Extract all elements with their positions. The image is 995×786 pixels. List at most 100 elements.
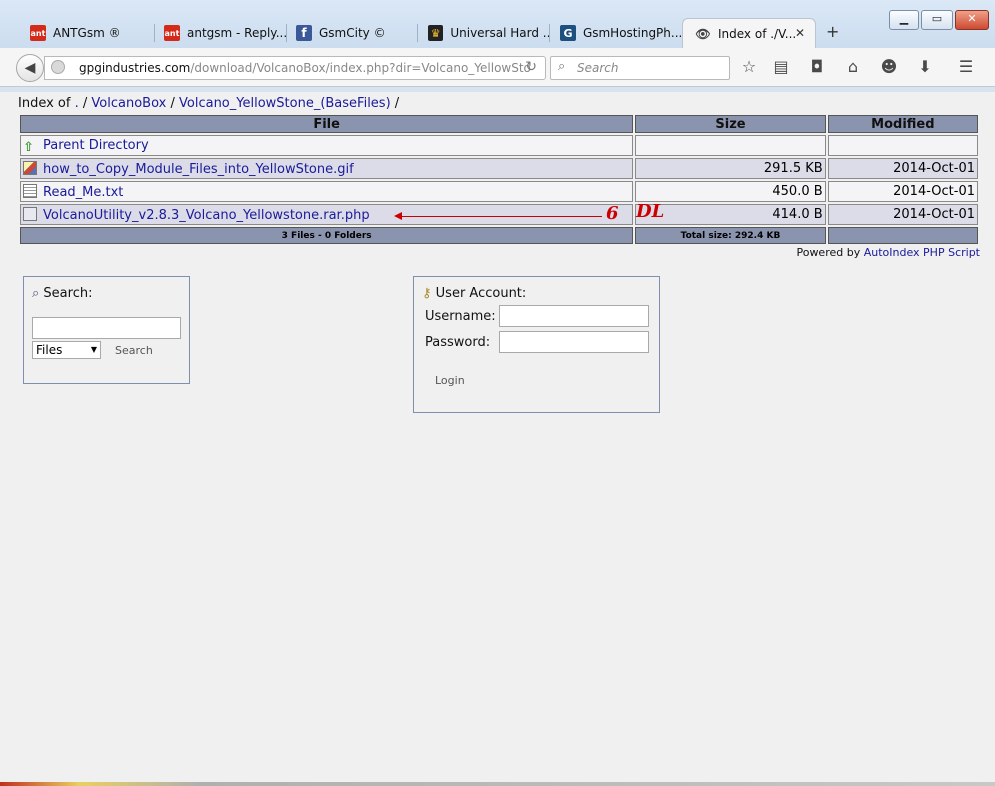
parent-directory-link[interactable]: Parent Directory [43,138,149,153]
globe-icon [51,60,65,74]
parent-directory-row: ⇧ Parent Directory [20,135,978,156]
file-modified: 2014-Oct-01 [827,158,978,179]
breadcrumb-volcanobox[interactable]: VolcanoBox [91,96,166,111]
empty-cell [827,135,978,156]
breadcrumb: Index of . / VolcanoBox / Volcano_Yellow… [18,96,399,111]
gif-file-icon [23,160,37,175]
magnifier-icon: ⌕ [32,286,44,301]
password-field[interactable] [499,331,649,353]
reload-icon[interactable]: ↻ [525,59,537,75]
ant-logo-icon: ant [164,25,180,41]
menu-icon[interactable]: ☰ [955,57,977,77]
search-type-select[interactable]: Files ▼ [32,341,101,359]
file-size: 291.5 KB [635,158,826,179]
tab-gsmhosting[interactable]: G GsmHostingPh... [548,18,682,48]
url-bar[interactable]: gpgindustries.com/download/VolcanoBox/in… [44,56,546,80]
username-label: Username: [425,309,496,324]
file-name-cell: Read_Me.txt [20,181,634,202]
browser-window: ▁ ▭ ✕ ant ANTGsm ® ant antgsm - Reply...… [0,0,995,786]
file-name-cell: how_to_Copy_Module_Files_into_YellowSton… [20,158,634,179]
tab-antgsm[interactable]: ant ANTGsm ® [18,18,155,48]
empty-cell [635,135,826,156]
gsmhosting-icon: G [560,25,576,41]
bookmark-star-icon[interactable]: ☆ [738,57,760,77]
browser-search-input[interactable]: ⌕ Search [550,56,730,80]
taskbar-edge [0,782,995,786]
login-button[interactable]: Login [435,374,465,387]
tab-label: ANTGsm ® [53,26,121,40]
ant-logo-icon: ant [30,25,46,41]
tab-label: Universal Hard ... [450,26,550,40]
breadcrumb-basefiles[interactable]: Volcano_YellowStone_(BaseFiles) [179,96,391,111]
file-link[interactable]: how_to_Copy_Module_Files_into_YellowSton… [43,162,354,177]
close-tab-icon[interactable]: ✕ [795,26,805,40]
tab-index-active[interactable]: 👁 Index of ./V... ✕ [682,18,816,49]
text-file-icon [23,183,37,198]
home-icon[interactable]: ⌂ [842,57,864,77]
tab-label: GsmHostingPh... [582,26,682,40]
table-row: VolcanoUtility_v2.8.3_Volcano_Yellowston… [20,204,978,225]
url-path: /download/VolcanoBox/index.php?dir=Volca… [190,61,531,75]
eye-icon: 👁 [695,27,711,41]
url-domain: gpgindustries.com [79,61,191,75]
tab-label: Index of ./V... [718,27,797,41]
footer-file-count: 3 Files - 0 Folders [20,227,634,244]
file-link[interactable]: VolcanoUtility_v2.8.3_Volcano_Yellowston… [43,208,370,223]
search-button[interactable]: Search [115,344,153,357]
file-size: 450.0 B [635,181,826,202]
modified-column-header[interactable]: Modified [827,115,978,133]
file-modified: 2014-Oct-01 [827,181,978,202]
hello-chat-icon[interactable]: ☻ [878,57,900,77]
url-text: gpgindustries.com/download/VolcanoBox/in… [79,61,531,75]
php-file-icon [23,206,37,221]
tab-antgsm-reply[interactable]: ant antgsm - Reply... [152,18,287,48]
password-label: Password: [425,335,491,350]
account-panel-title: ⚷ User Account: [422,286,526,301]
breadcrumb-prefix: Index of [18,96,71,111]
reading-list-icon[interactable]: ▤ [770,57,792,77]
navigation-bar: ◀ gpgindustries.com/download/VolcanoBox/… [0,48,995,87]
file-link[interactable]: Read_Me.txt [43,185,123,200]
tab-label: GsmCity © [319,26,386,40]
search-input[interactable] [32,317,181,339]
size-column-header[interactable]: Size [635,115,826,133]
pocket-icon[interactable]: ◘ [806,57,828,77]
powered-prefix: Powered by [796,246,861,259]
tab-gsmcity[interactable]: f GsmCity © [284,18,418,48]
powered-by: Powered by AutoIndex PHP Script [796,246,980,259]
user-account-panel: ⚷ User Account: Username: Password: Logi… [413,276,660,413]
autoindex-link[interactable]: AutoIndex PHP Script [864,246,980,259]
search-placeholder: Search [577,61,619,75]
chevron-down-icon: ▼ [90,345,97,354]
back-arrow-icon: ◀ [24,60,36,76]
table-row: Read_Me.txt 450.0 B 2014-Oct-01 [20,181,978,202]
search-icon: ⌕ [558,59,566,74]
search-panel: ⌕ Search: Files ▼ Search [23,276,190,384]
key-icon: ⚷ [422,286,436,301]
back-button[interactable]: ◀ [16,54,44,82]
footer-total-size: Total size: 292.4 KB [635,227,826,244]
arrow-line [402,216,602,217]
arrowhead [394,212,402,220]
tab-label: antgsm - Reply... [186,26,287,40]
account-title-text: User Account: [435,286,527,301]
table-row: how_to_Copy_Module_Files_into_YellowSton… [20,158,978,179]
breadcrumb-root[interactable]: . [75,96,79,111]
table-footer-row: 3 Files - 0 Folders Total size: 292.4 KB [20,227,978,244]
search-title-text: Search: [43,286,93,301]
folder-up-icon: ⇧ [23,139,34,155]
page-content: Index of . / VolcanoBox / Volcano_Yellow… [0,92,995,782]
file-name-cell: VolcanoUtility_v2.8.3_Volcano_Yellowston… [20,204,634,225]
new-tab-button[interactable]: + [826,22,839,41]
breadcrumb-sep: / [82,96,88,111]
tab-universal-hard[interactable]: ♛ Universal Hard ... [416,18,550,48]
parent-directory-cell: ⇧ Parent Directory [20,135,634,156]
username-field[interactable] [499,305,649,327]
file-modified: 2014-Oct-01 [827,204,978,225]
breadcrumb-sep: / [170,96,175,111]
file-column-header[interactable]: File [20,115,634,133]
download-icon[interactable]: ⬇ [914,57,936,77]
facebook-icon: f [296,25,312,41]
breadcrumb-sep: / [394,96,400,111]
footer-empty-cell [827,227,978,244]
